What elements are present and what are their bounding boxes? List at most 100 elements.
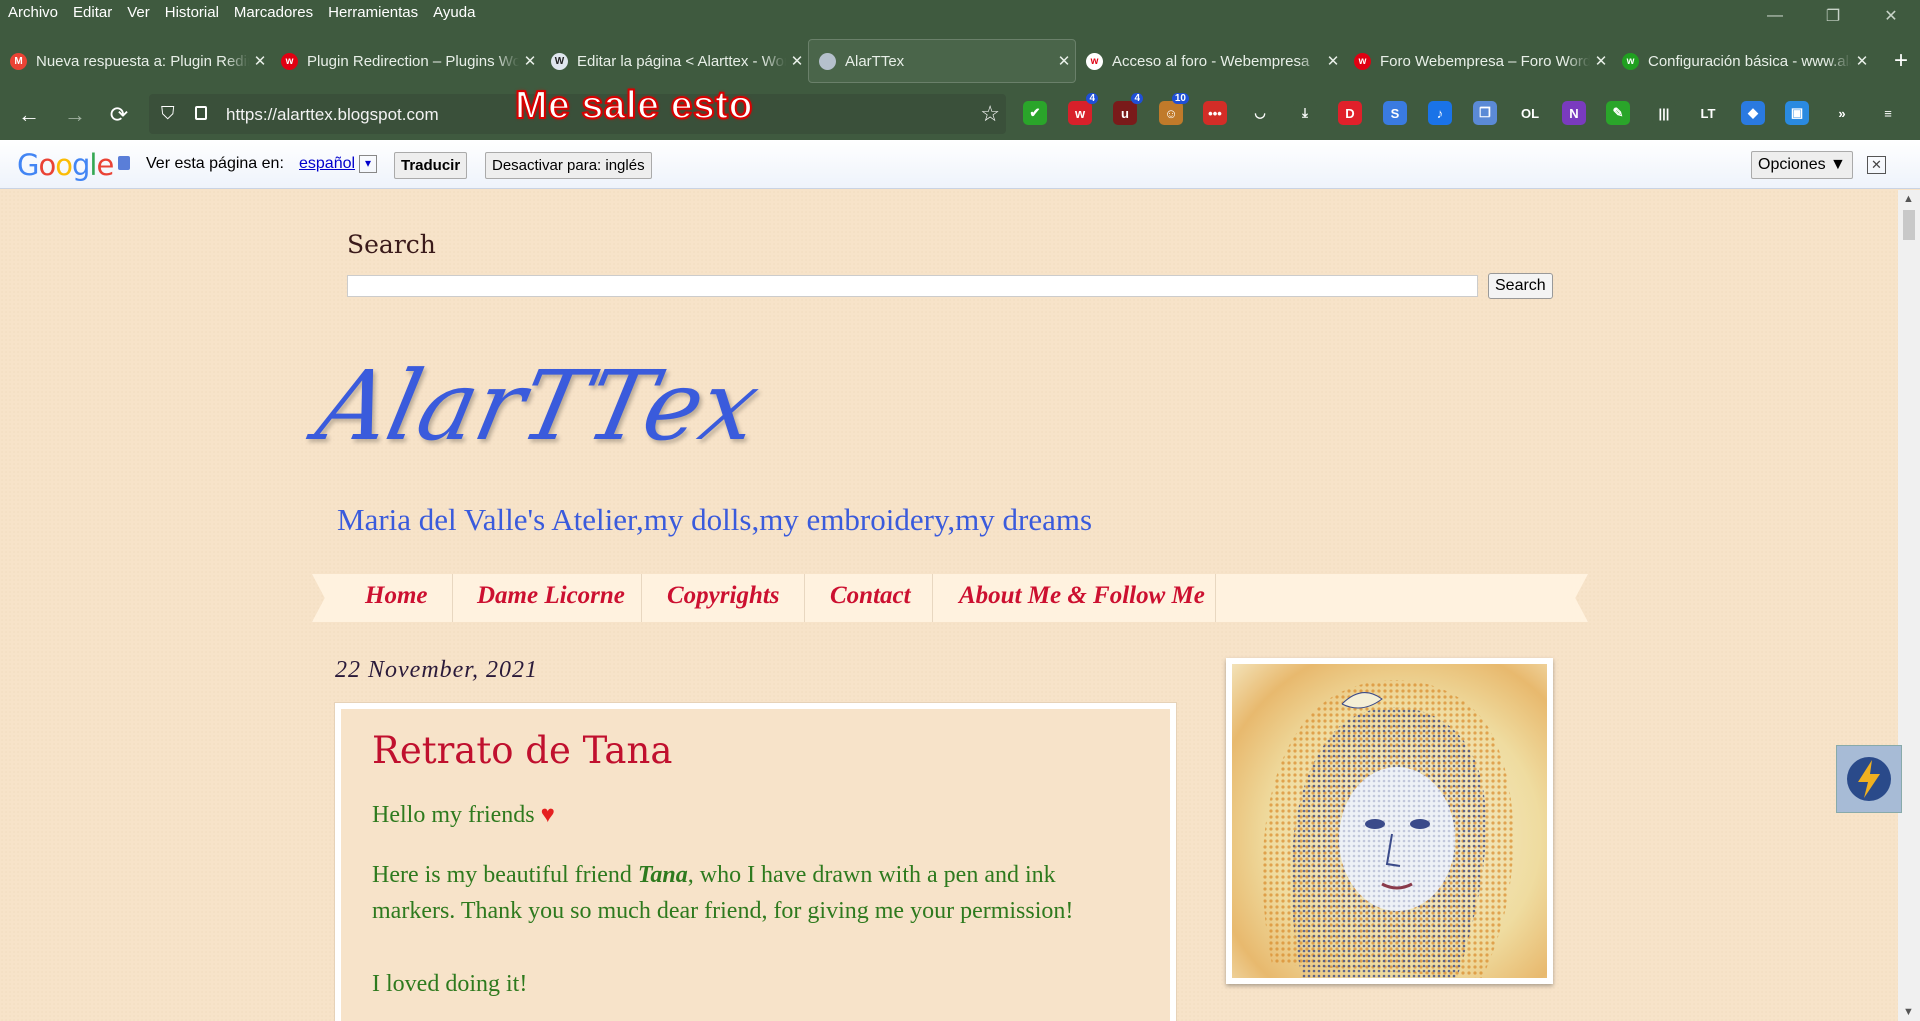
back-button[interactable]: ←: [12, 98, 46, 132]
extension-glyph: u: [1121, 105, 1129, 121]
nav-dame-licorne[interactable]: Dame Licorne: [477, 582, 625, 610]
scroll-up-icon[interactable]: ▲: [1903, 193, 1914, 205]
extension-glyph: S: [1390, 105, 1400, 121]
save-icon[interactable]: ▣: [1785, 101, 1809, 125]
translate-close-icon[interactable]: ✕: [1867, 156, 1886, 174]
browser-chrome: Archivo Editar Ver Historial Marcadores …: [0, 0, 1920, 140]
copy-icon[interactable]: ❐: [1473, 101, 1497, 125]
page-scrollbar[interactable]: ▲ ▼: [1898, 190, 1920, 1021]
tab-4[interactable]: w Acceso al foro - Webempresa ✕: [1076, 40, 1344, 82]
extension-badge-4b-icon[interactable]: u4: [1113, 93, 1143, 125]
nav-separator: [452, 574, 453, 622]
paragraph-text: , who I have drawn with a pen and ink: [687, 862, 1056, 888]
tab-close-icon[interactable]: ✕: [519, 52, 541, 70]
tab-close-icon[interactable]: ✕: [786, 52, 808, 70]
pocket-icon[interactable]: ◡: [1248, 101, 1272, 125]
post-title[interactable]: Retrato de Tana: [372, 729, 672, 772]
post-image[interactable]: [1226, 658, 1553, 984]
menu-ayuda[interactable]: Ayuda: [433, 4, 475, 21]
page-content: Search Search AlarTTex Maria del Valle's…: [0, 190, 1898, 1021]
url-text[interactable]: https://alarttex.blogspot.com: [226, 105, 439, 125]
new-tab-button[interactable]: +: [1894, 47, 1908, 75]
tab-close-icon[interactable]: ✕: [1590, 52, 1612, 70]
extension-badge-10-icon[interactable]: ☺ 10: [1159, 93, 1189, 125]
reload-button[interactable]: ⟳: [102, 98, 136, 132]
disable-translate-button[interactable]: Desactivar para: inglés: [485, 152, 652, 179]
lastpass-icon[interactable]: •••: [1203, 101, 1227, 125]
search-button[interactable]: Search: [1488, 273, 1553, 299]
tab-favicon-icon: M: [10, 52, 27, 70]
extension-glyph: ◡: [1254, 105, 1266, 120]
extension-glyph: ◆: [1748, 105, 1758, 120]
ol-extension-icon[interactable]: OL: [1518, 101, 1542, 125]
nav-about-me[interactable]: About Me & Follow Me: [959, 582, 1205, 610]
close-window-button[interactable]: ✕: [1862, 0, 1920, 32]
lt-extension-icon[interactable]: LT: [1696, 101, 1720, 125]
tab-close-icon[interactable]: ✕: [249, 52, 271, 70]
extension-glyph: ✎: [1612, 105, 1624, 120]
blog-title[interactable]: AlarTTex: [308, 350, 768, 462]
search-input[interactable]: [347, 275, 1478, 297]
tab-title: Foro Webempresa – Foro WordPress: [1380, 52, 1590, 70]
library-icon[interactable]: |||: [1652, 101, 1676, 125]
tab-favicon-icon: W: [551, 52, 568, 70]
translate-options-button[interactable]: Opciones ▼: [1751, 151, 1853, 179]
floating-widget-icon[interactable]: [1836, 745, 1902, 813]
shield-icon[interactable]: ⛉: [161, 103, 175, 124]
navigation-bar: ← → ⟳ ⛉ https://alarttex.blogspot.com ☆: [0, 90, 1920, 140]
nav-copyrights[interactable]: Copyrights: [667, 582, 780, 610]
menu-historial[interactable]: Historial: [165, 4, 219, 21]
d-extension-icon[interactable]: D: [1338, 101, 1362, 125]
overflow-icon[interactable]: »: [1830, 101, 1854, 125]
restore-button[interactable]: ❐: [1804, 0, 1862, 32]
menu-ver[interactable]: Ver: [127, 4, 150, 21]
hamburger-menu-icon[interactable]: ≡: [1876, 101, 1900, 125]
menu-marcadores[interactable]: Marcadores: [234, 4, 313, 21]
extension-badge-4a-icon[interactable]: w4: [1068, 93, 1098, 125]
tiktok-icon[interactable]: ♪: [1428, 101, 1452, 125]
nav-home[interactable]: Home: [365, 582, 428, 610]
menu-archivo[interactable]: Archivo: [8, 4, 58, 21]
post-closing: I loved doing it!: [372, 971, 528, 997]
menu-editar[interactable]: Editar: [73, 4, 112, 21]
tab-title: AlarTTex: [845, 52, 905, 70]
minimize-button[interactable]: —: [1746, 0, 1804, 32]
pin-extension-icon[interactable]: ◆: [1741, 101, 1765, 125]
tab-close-icon[interactable]: ✕: [1322, 52, 1344, 70]
check-extension-icon[interactable]: ✔: [1023, 101, 1047, 125]
extension-glyph: ⤓: [1302, 105, 1308, 120]
translate-button[interactable]: Traducir: [394, 152, 468, 179]
translate-label: Ver esta página en:: [146, 155, 284, 172]
window-controls: — ❐ ✕: [1746, 0, 1920, 32]
evernote-icon[interactable]: ✎: [1606, 101, 1630, 125]
tab-6[interactable]: w Configuración básica - www.alarttex.com…: [1612, 40, 1873, 82]
scroll-thumb[interactable]: [1903, 210, 1915, 240]
blog-description: Maria del Valle's Atelier,my dolls,my em…: [337, 502, 1093, 537]
tab-2[interactable]: W Editar la página < Alarttex - WordPress…: [541, 40, 808, 82]
tab-close-icon[interactable]: ✕: [1053, 52, 1075, 70]
tab-favicon-icon: w: [1086, 52, 1103, 70]
bookmark-star-icon[interactable]: ☆: [980, 101, 1000, 127]
tab-5[interactable]: w Foro Webempresa – Foro WordPress✕: [1344, 40, 1612, 82]
paragraph-text: Here is my beautiful friend: [372, 862, 638, 888]
language-select[interactable]: español: [299, 155, 355, 173]
tab-1[interactable]: w Plugin Redirection – Plugins WordPress✕: [271, 40, 541, 82]
tab-title: Configuración básica - www.alarttex.com: [1648, 52, 1851, 70]
tab-close-icon[interactable]: ✕: [1851, 52, 1873, 70]
menu-herramientas[interactable]: Herramientas: [328, 4, 418, 21]
google-translate-bar: Google Ver esta página en: español ▾ Tra…: [0, 140, 1920, 189]
scroll-down-icon[interactable]: ▼: [1903, 1006, 1914, 1018]
tab-3[interactable]: AlarTTex ✕: [808, 39, 1076, 83]
forward-button[interactable]: →: [58, 98, 92, 132]
tab-favicon-icon: w: [1622, 52, 1639, 70]
nav-contact[interactable]: Contact: [830, 582, 911, 610]
tab-favicon-icon: w: [281, 52, 298, 70]
lock-icon[interactable]: [195, 106, 207, 120]
tab-0[interactable]: M Nueva respuesta a: Plugin Redirection✕: [0, 40, 271, 82]
onenote-icon[interactable]: N: [1562, 101, 1586, 125]
extension-glyph: D: [1345, 105, 1355, 121]
language-dropdown-icon[interactable]: ▾: [359, 155, 377, 173]
s-extension-icon[interactable]: S: [1383, 101, 1407, 125]
download-icon[interactable]: ⤓: [1293, 101, 1317, 125]
post-date: 22 November, 2021: [335, 657, 538, 683]
